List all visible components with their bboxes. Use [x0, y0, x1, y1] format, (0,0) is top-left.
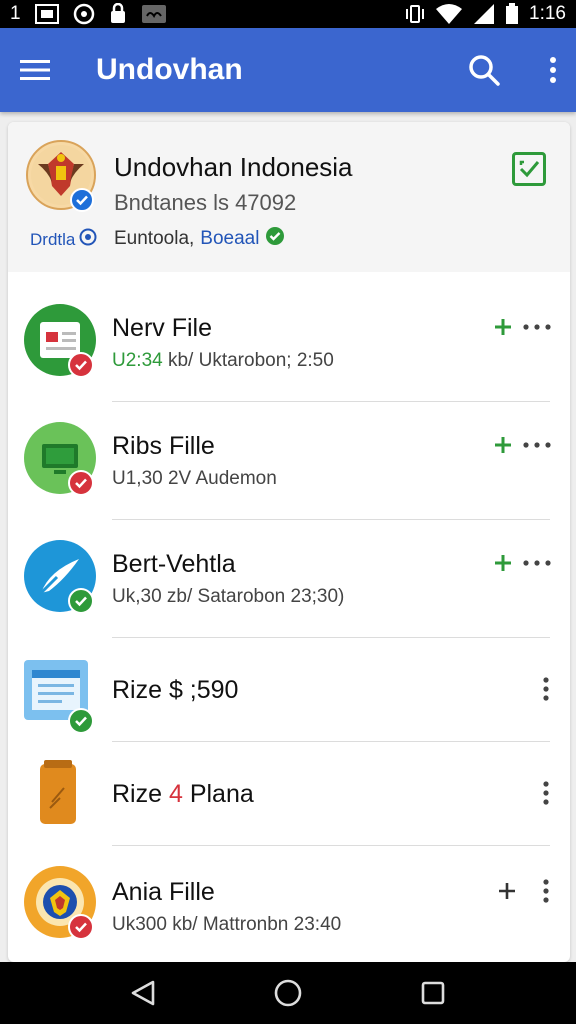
item-meta: U2:34 kb/ Uktarobon; 2:50	[112, 350, 334, 371]
error-status-icon	[68, 470, 94, 496]
location-icon	[73, 3, 95, 25]
status-left-text: 1	[10, 3, 21, 24]
item-name: Ribs Fille	[112, 432, 215, 460]
divider	[112, 637, 550, 638]
more-vert-icon[interactable]	[548, 56, 558, 84]
add-icon[interactable]	[494, 318, 512, 336]
kebab-menu-icon[interactable]	[542, 676, 550, 702]
vibrate-icon	[405, 3, 425, 25]
lock-icon	[109, 3, 127, 25]
divider	[112, 845, 550, 846]
home-icon[interactable]	[258, 968, 318, 1018]
recents-icon[interactable]	[403, 968, 463, 1018]
error-status-icon	[68, 914, 94, 940]
list-item[interactable]: Nerv File U2:34 kb/ Uktarobon; 2:50	[8, 290, 570, 402]
profile-name: Undovhan Indonesia	[114, 152, 353, 182]
add-icon[interactable]	[494, 436, 512, 454]
profile-location: Euntoola, Boeaal	[114, 226, 285, 252]
profile-tag[interactable]: Drdtla	[30, 228, 97, 251]
location-verified-icon	[265, 226, 285, 252]
status-bar: 1 1:16	[0, 0, 576, 28]
app-bar: Undovhan	[0, 28, 576, 112]
ok-status-icon	[68, 588, 94, 614]
location-prefix: Euntoola,	[114, 228, 195, 249]
more-horiz-icon[interactable]	[522, 323, 552, 331]
more-horiz-icon[interactable]	[522, 441, 552, 449]
select-checkbox-icon[interactable]	[512, 152, 546, 186]
more-horiz-icon[interactable]	[522, 559, 552, 567]
list-item[interactable]: Rize 4 Plana	[8, 748, 570, 844]
profile-tag-label: Drdtla	[30, 229, 76, 249]
app-title: Undovhan	[96, 53, 243, 86]
jar-icon	[36, 758, 80, 828]
item-meta: U1,30 2V Audemon	[112, 468, 277, 489]
item-meta: Uk,30 zb/ Satarobon 23;30)	[112, 586, 345, 607]
item-name: Nerv File	[112, 314, 213, 342]
ok-status-icon	[68, 708, 94, 734]
kebab-menu-icon[interactable]	[542, 780, 550, 806]
voicemail-icon	[141, 4, 167, 24]
kebab-menu-icon[interactable]	[542, 878, 550, 904]
list-item[interactable]: Rize $ ;590	[8, 644, 570, 740]
search-icon[interactable]	[468, 54, 500, 86]
divider	[112, 519, 550, 520]
location-emph: Boeaal	[200, 228, 260, 249]
add-icon[interactable]	[498, 882, 516, 900]
system-nav-bar	[0, 962, 576, 1024]
list-item[interactable]: Ribs Fille U1,30 2V Audemon	[8, 408, 570, 520]
wifi-icon	[435, 3, 463, 25]
menu-icon[interactable]	[20, 58, 50, 82]
verified-badge-icon	[70, 188, 94, 212]
image-icon	[34, 4, 59, 24]
list-item[interactable]: Ania Fille Uk300 kb/ Mattronbn 23:40	[8, 852, 570, 962]
item-name: Rize 4 Plana	[112, 780, 254, 808]
profile-subtitle: Bndtanes ls 47092	[114, 190, 297, 215]
signal-icon	[473, 3, 495, 25]
content-card: Undovhan Indonesia Bndtanes ls 47092 Drd…	[8, 122, 570, 962]
item-name: Ania Fille	[112, 878, 215, 906]
list-item[interactable]: Bert-Vehtla Uk,30 zb/ Satarobon 23;30)	[8, 526, 570, 638]
profile-header[interactable]: Undovhan Indonesia Bndtanes ls 47092 Drd…	[8, 122, 570, 272]
divider	[112, 401, 550, 402]
info-icon	[79, 228, 97, 251]
error-status-icon	[68, 352, 94, 378]
battery-icon	[505, 3, 519, 25]
divider	[112, 741, 550, 742]
add-icon[interactable]	[494, 554, 512, 572]
item-meta: Uk300 kb/ Mattronbn 23:40	[112, 914, 342, 935]
back-icon[interactable]	[113, 968, 173, 1018]
item-name: Bert-Vehtla	[112, 550, 236, 578]
item-name: Rize $ ;590	[112, 676, 239, 704]
status-time: 1:16	[529, 3, 566, 24]
